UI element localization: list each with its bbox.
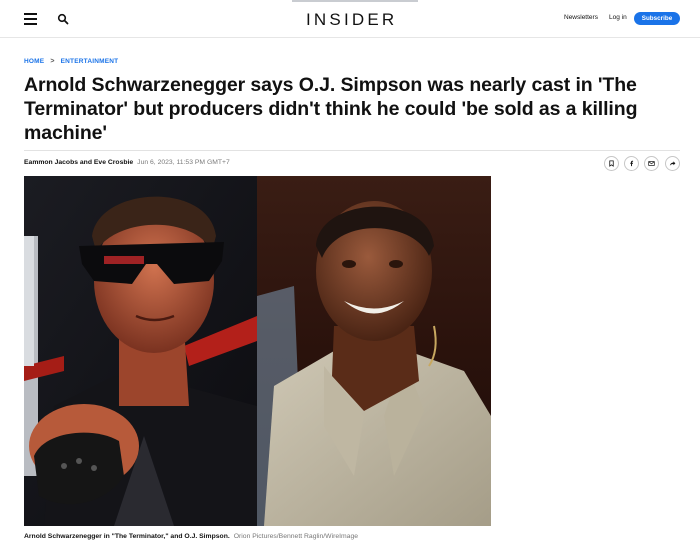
facebook-icon[interactable] — [624, 156, 639, 171]
image-caption: Arnold Schwarzenegger in "The Terminator… — [24, 533, 358, 540]
article-hero-image — [24, 176, 491, 526]
share-forward-icon[interactable] — [665, 156, 680, 171]
chevron-right-icon: > — [50, 58, 55, 65]
bookmark-icon[interactable] — [604, 156, 619, 171]
article-headline: Arnold Schwarzenegger says O.J. Simpson … — [24, 74, 638, 144]
login-link[interactable]: Log in — [609, 14, 627, 21]
divider — [24, 150, 680, 151]
email-icon[interactable] — [644, 156, 659, 171]
breadcrumb: HOME > ENTERTAINMENT — [24, 58, 118, 65]
publish-date: Jun 6, 2023, 11:53 PM GMT+7 — [137, 159, 230, 166]
author-names[interactable]: Eammon Jacobs and Eve Crosbie — [24, 159, 133, 166]
caption-text: Arnold Schwarzenegger in "The Terminator… — [24, 533, 230, 540]
breadcrumb-section[interactable]: ENTERTAINMENT — [61, 58, 119, 65]
newsletters-link[interactable]: Newsletters — [564, 14, 598, 21]
site-header: INSIDER Newsletters Log in Subscribe — [0, 0, 700, 38]
header-accent-bar — [292, 0, 418, 2]
search-icon[interactable] — [57, 12, 69, 25]
breadcrumb-home[interactable]: HOME — [24, 58, 44, 65]
site-logo[interactable]: INSIDER — [306, 10, 397, 30]
subscribe-button[interactable]: Subscribe — [634, 12, 680, 25]
hamburger-menu-icon[interactable] — [24, 13, 37, 25]
photo-credit: Orion Pictures/Bennett Raglin/WireImage — [233, 533, 359, 540]
byline: Eammon Jacobs and Eve Crosbie Jun 6, 2023… — [24, 159, 230, 166]
